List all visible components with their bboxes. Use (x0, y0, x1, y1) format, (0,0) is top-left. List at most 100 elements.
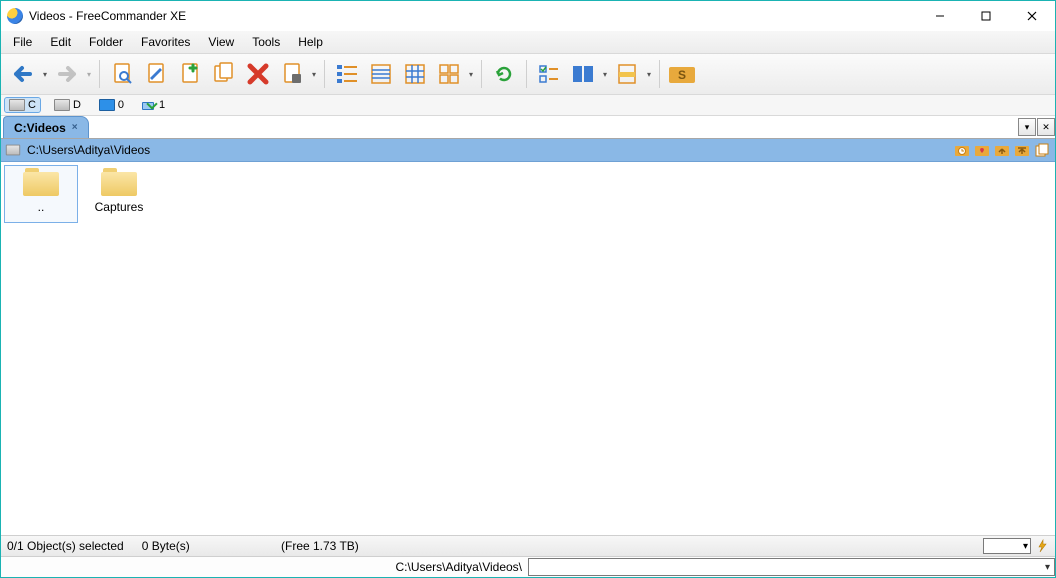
root-folder-button[interactable] (1013, 142, 1031, 158)
drive-label: D (73, 99, 81, 111)
copy-button[interactable] (208, 58, 240, 90)
current-path[interactable]: C:\Users\Aditya\Videos (27, 143, 150, 157)
file-item-parent[interactable]: .. (5, 166, 77, 222)
refresh-icon (492, 62, 516, 86)
drive-c[interactable]: C (5, 98, 40, 112)
status-free: (Free 1.73 TB) (281, 539, 359, 553)
drive-d[interactable]: D (50, 98, 85, 112)
drive-label: C (28, 99, 36, 111)
menu-help[interactable]: Help (290, 33, 331, 51)
parent-folder-icon (994, 143, 1010, 157)
drive-1[interactable]: 1 (138, 98, 169, 112)
favorites-button[interactable] (973, 142, 991, 158)
back-button[interactable] (7, 58, 49, 90)
thumbnails-view-button[interactable] (433, 58, 475, 90)
file-name: Captures (95, 200, 144, 214)
menu-file[interactable]: File (5, 33, 40, 51)
menu-bar: File Edit Folder Favorites View Tools He… (1, 31, 1055, 54)
file-new-icon (178, 62, 202, 86)
close-button[interactable] (1009, 1, 1055, 31)
file-view[interactable]: .. Captures (1, 162, 1055, 535)
status-bytes: 0 Byte(s) (142, 539, 190, 553)
delete-button[interactable] (242, 58, 274, 90)
network-folder-icon (142, 100, 156, 110)
history-folder-icon (954, 143, 970, 157)
menu-edit[interactable]: Edit (42, 33, 79, 51)
dual-pane-button[interactable] (567, 58, 609, 90)
parent-folder-button[interactable] (993, 142, 1011, 158)
command-input[interactable]: ▾ (528, 558, 1055, 576)
arrow-right-icon (54, 62, 80, 86)
maximize-button[interactable] (963, 1, 1009, 31)
filter-dropdown[interactable]: ▾ (983, 538, 1031, 554)
disk-icon (9, 99, 25, 111)
select-button[interactable] (533, 58, 565, 90)
tree-view-icon (335, 62, 359, 86)
drive-0[interactable]: 0 (95, 98, 128, 112)
list-view-button[interactable] (365, 58, 397, 90)
command-bar: C:\Users\Aditya\Videos\ ▾ (1, 556, 1055, 577)
separator (481, 60, 482, 88)
forward-button[interactable] (51, 58, 93, 90)
file-props-icon (280, 62, 304, 86)
app-window: Videos - FreeCommander XE File Edit Fold… (0, 0, 1056, 578)
favorite-folder-icon (974, 143, 990, 157)
properties-button[interactable] (276, 58, 318, 90)
highlight-button[interactable] (611, 58, 653, 90)
title-bar: Videos - FreeCommander XE (1, 1, 1055, 31)
new-file-button[interactable] (174, 58, 206, 90)
file-item-captures[interactable]: Captures (83, 166, 155, 222)
tab-close-icon[interactable]: × (72, 122, 78, 133)
separator (324, 60, 325, 88)
separator (659, 60, 660, 88)
thumbnails-view-icon (437, 62, 461, 86)
edit-button[interactable] (140, 58, 172, 90)
tab-close-all-button[interactable]: ✕ (1037, 118, 1055, 136)
tab-active[interactable]: C:Videos × (3, 116, 89, 138)
menu-folder[interactable]: Folder (81, 33, 131, 51)
monitor-icon (99, 99, 115, 111)
arrow-left-icon (10, 62, 36, 86)
drive-bar: C D 0 1 (1, 95, 1055, 116)
disk-icon (6, 145, 20, 156)
refresh-button[interactable] (488, 58, 520, 90)
menu-tools[interactable]: Tools (244, 33, 288, 51)
folder-icon (101, 168, 137, 196)
dual-pane-icon (571, 62, 595, 86)
details-view-button[interactable] (399, 58, 431, 90)
menu-view[interactable]: View (200, 33, 242, 51)
svg-text:S: S (678, 68, 686, 82)
view-button[interactable] (106, 58, 138, 90)
delete-icon (246, 62, 270, 86)
tab-bar: C:Videos × ▾ ✕ (1, 116, 1055, 139)
file-edit-icon (144, 62, 168, 86)
history-button[interactable] (953, 142, 971, 158)
window-title: Videos - FreeCommander XE (29, 9, 186, 23)
minimize-button[interactable] (917, 1, 963, 31)
status-selection: 0/1 Object(s) selected (7, 539, 124, 553)
file-name: .. (38, 200, 45, 214)
separator (526, 60, 527, 88)
file-view-icon (110, 62, 134, 86)
details-view-icon (403, 62, 427, 86)
command-path: C:\Users\Aditya\Videos\ (1, 560, 528, 574)
drive-label: 1 (159, 99, 165, 111)
separator (99, 60, 100, 88)
highlight-icon (615, 62, 639, 86)
tab-dropdown-button[interactable]: ▾ (1018, 118, 1036, 136)
app-icon (7, 8, 23, 24)
menu-favorites[interactable]: Favorites (133, 33, 198, 51)
list-view-icon (369, 62, 393, 86)
special-folder-icon: S (668, 63, 696, 85)
copy-icon (1034, 143, 1050, 157)
file-copy-icon (212, 62, 236, 86)
copy-path-button[interactable] (1033, 142, 1051, 158)
special-folder-button[interactable]: S (666, 58, 698, 90)
filter-action-button[interactable] (1033, 537, 1051, 555)
status-bar: 0/1 Object(s) selected 0 Byte(s) (Free 1… (1, 535, 1055, 556)
disk-icon (54, 99, 70, 111)
tree-view-button[interactable] (331, 58, 363, 90)
root-folder-icon (1014, 143, 1030, 157)
checklist-icon (537, 62, 561, 86)
path-bar: C:\Users\Aditya\Videos (1, 139, 1055, 162)
